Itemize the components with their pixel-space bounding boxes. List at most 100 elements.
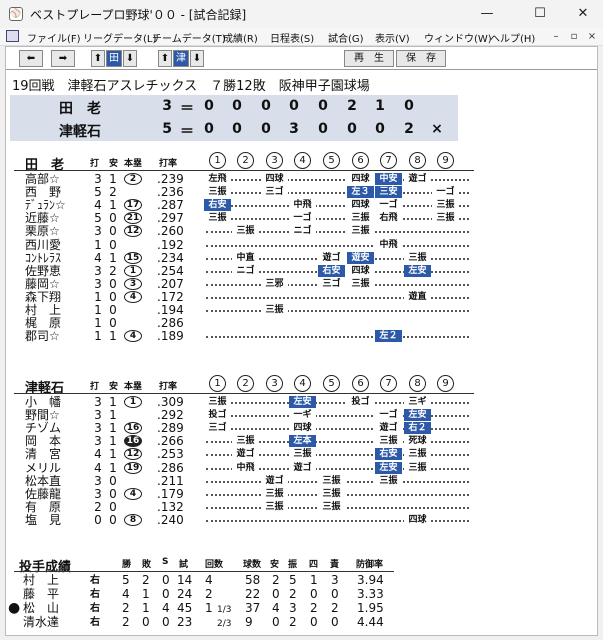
team2-toggle-button[interactable]: 津 (173, 50, 189, 67)
document-icon[interactable] (6, 30, 19, 42)
player-name[interactable]: 栗原☆ (25, 225, 60, 238)
player-name[interactable]: 郡司☆ (25, 330, 60, 343)
replay-button[interactable]: 再 生 (344, 50, 394, 67)
close-button[interactable]: ✕ (566, 3, 600, 25)
team1-down-button[interactable]: ⬇ (123, 50, 137, 67)
pitcher-name[interactable]: 清水達 (23, 616, 59, 629)
player-name[interactable]: 有 原 (25, 500, 61, 514)
plate-appearance: 三振 (289, 448, 316, 461)
team2-down-button[interactable]: ⬇ (190, 50, 204, 67)
hits: 1 (109, 198, 117, 213)
at-bats: 3 (94, 172, 102, 186)
plate-appearance: 三振 (318, 500, 345, 513)
player-row: 村 上 1 0 .194 三振 (6, 304, 596, 317)
linescore-equals: ＝ (180, 124, 194, 140)
maximize-button[interactable]: ☐ (523, 3, 557, 25)
pitcher-er: 3 (331, 573, 339, 587)
player-name[interactable]: 高部☆ (25, 173, 60, 186)
menu-window[interactable]: ウィンドウ(W) (424, 30, 492, 45)
player-name[interactable]: 村 上 (25, 304, 61, 317)
batting-average: .194 (157, 303, 184, 317)
at-bats: 4 (94, 460, 102, 475)
player-name[interactable]: 森下翔 (25, 290, 61, 304)
hits: 0 (109, 512, 117, 527)
player-row: 近藤☆ 5 0 21.297 三振 一ゴ 三振 右飛 三振 (6, 212, 596, 225)
pitcher-name[interactable]: 村 上 (23, 574, 59, 587)
player-name[interactable]: 藤岡☆ (25, 277, 60, 291)
pitcher-g: 23 (177, 615, 193, 629)
player-name[interactable]: 小 幡 (25, 396, 61, 409)
line-score: 田 老 3 ＝ 0 0 0 0 0 2 1 0 津軽石 5 ＝ 0 0 0 3 0 0 0 2 × (10, 95, 458, 141)
prev-game-button[interactable]: ⬅ (19, 50, 43, 67)
player-name[interactable]: 塩 見 (25, 513, 61, 527)
inning-number: 9 (437, 375, 454, 392)
team1-toggle-button[interactable]: 田 (106, 50, 122, 67)
hits: 0 (109, 499, 117, 514)
mdi-restore-button[interactable]: ▫ (566, 30, 582, 43)
inning-number: 3 (266, 152, 283, 169)
header-ab: 打 (90, 159, 100, 169)
player-row: 佐野恵 3 2 1 .254 ニゴ 右安 四球 左安 (6, 264, 596, 278)
linescore-inning: × (431, 121, 443, 137)
player-name[interactable]: メリル (25, 461, 61, 475)
plate-appearance: 三安 (375, 186, 402, 199)
pitcher-era: 3.33 (357, 587, 384, 601)
throwing-hand: 右 (90, 589, 100, 600)
pitcher-er: 0 (331, 587, 339, 601)
player-name[interactable]: 梶 原 (25, 317, 61, 330)
plate-appearance: 左安 (404, 409, 431, 422)
at-bats: 4 (94, 198, 102, 213)
player-name[interactable]: ｺﾝﾄﾚﾗｽ (25, 251, 61, 265)
player-name[interactable]: 佐藤龍 (25, 487, 61, 501)
header-avg: 打率 (159, 382, 178, 392)
player-name[interactable]: チゾム (25, 422, 61, 435)
menu-help[interactable]: ヘルプ(H) (490, 30, 535, 45)
menu-league-data[interactable]: リーグデータ(L) (83, 30, 156, 45)
minimize-button[interactable]: — (470, 3, 504, 25)
next-game-button[interactable]: ➡ (51, 50, 75, 67)
mdi-close-button[interactable]: × (584, 30, 600, 43)
pitcher-bb: 0 (310, 615, 318, 629)
menu-stats[interactable]: 成績(R) (223, 30, 258, 45)
player-name[interactable]: 西 野 (25, 186, 61, 199)
pitcher-s: 0 (162, 573, 170, 587)
linescore-inning: 0 (232, 121, 242, 137)
plate-appearance: 遊ゴ (404, 173, 431, 185)
menu-file[interactable]: ファイル(F) (27, 30, 81, 45)
player-name[interactable]: 野間☆ (25, 409, 60, 422)
plate-appearance: 四球 (289, 422, 316, 435)
throwing-hand: 右 (90, 617, 100, 628)
plate-appearance: 右飛 (375, 212, 402, 225)
mdi-minimize-button[interactable]: – (548, 30, 564, 43)
inning-number: 4 (294, 152, 311, 169)
at-bats: 4 (94, 447, 102, 462)
team1-up-button[interactable]: ⬆ (91, 50, 105, 67)
plate-appearance: 三振 (404, 448, 431, 461)
at-bats: 2 (94, 499, 102, 514)
plate-appearance: 右安 (318, 264, 345, 277)
hits: 0 (109, 276, 117, 291)
menu-view[interactable]: 表示(V) (375, 30, 410, 45)
player-name[interactable]: ﾃﾞｭﾗﾝ☆ (25, 199, 66, 212)
player-name[interactable]: 松本直 (25, 474, 61, 488)
player-name[interactable]: 佐野恵 (25, 264, 61, 278)
player-row: 佐藤龍 3 0 4 .179 三振 三振 (6, 487, 596, 501)
plate-appearance: 三ギ (404, 396, 431, 408)
menu-schedule[interactable]: 日程表(S) (270, 30, 314, 45)
team2-up-button[interactable]: ⬆ (158, 50, 172, 67)
pitcher-name[interactable]: 藤 平 (23, 588, 59, 601)
player-row: 森下翔 1 0 4 .172 遊直 (6, 290, 596, 304)
pitcher-np: 37 (245, 601, 261, 615)
at-bats: 1 (94, 316, 102, 331)
plate-appearance: 左安 (375, 461, 402, 474)
batting-average: .239 (157, 172, 184, 186)
plate-appearance: 三ゴ (261, 186, 288, 199)
pitcher-s: 0 (162, 587, 170, 601)
menu-game[interactable]: 試合(G) (328, 30, 364, 45)
player-name[interactable]: 近藤☆ (25, 212, 60, 225)
player-name[interactable]: 西川愛 (25, 238, 61, 252)
save-button[interactable]: 保 存 (396, 50, 446, 67)
player-name[interactable]: 清 宮 (25, 448, 61, 461)
menu-team-data[interactable]: チームデータ(T) (152, 30, 226, 45)
pitcher-name[interactable]: 松 山 (23, 602, 59, 615)
